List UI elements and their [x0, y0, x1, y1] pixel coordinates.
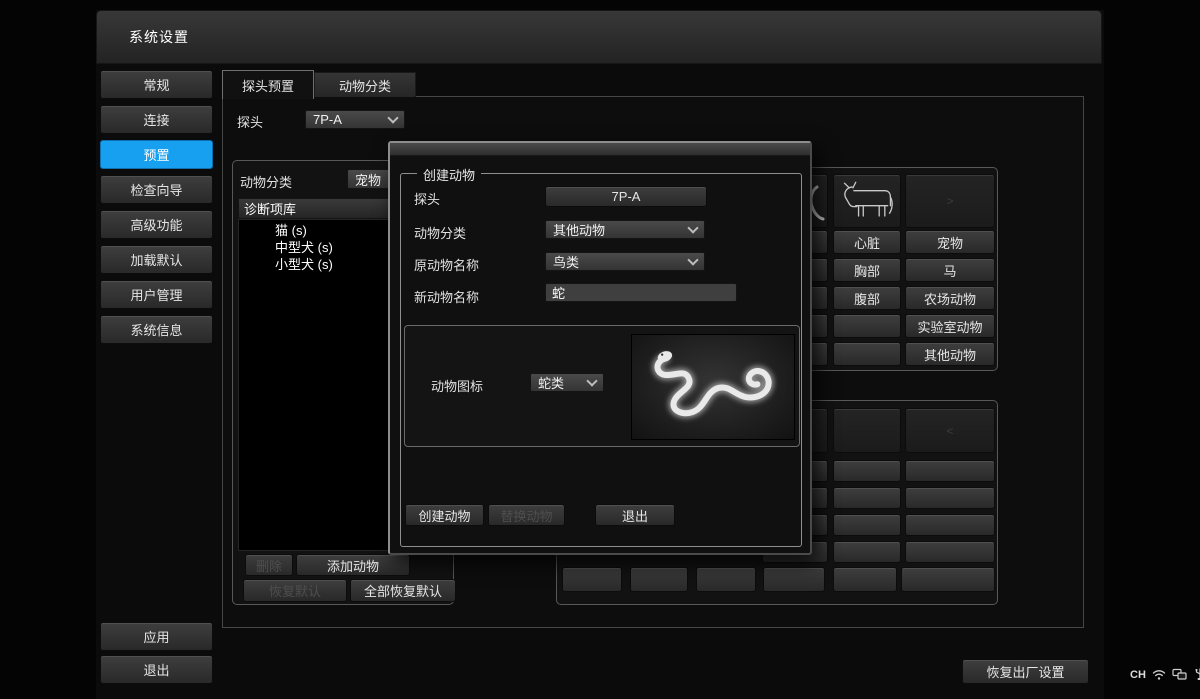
animal-type-button[interactable]: 实验室动物	[905, 314, 995, 338]
language-indicator: CH	[1130, 669, 1146, 681]
animal-category-label: 动物分类	[240, 172, 292, 191]
preset-slot-button[interactable]	[833, 487, 901, 509]
animal-type-button[interactable]: 马	[905, 258, 995, 282]
sidebar-item-general[interactable]: 常规	[100, 70, 213, 99]
preset-slot-button[interactable]	[630, 567, 688, 592]
exam-part-button[interactable]	[833, 314, 901, 338]
restore-all-default-button[interactable]: 全部恢复默认	[350, 579, 456, 602]
animal-type-button[interactable]: 宠物	[905, 230, 995, 254]
probe-select-value: 7P-A	[313, 112, 342, 127]
chevron-down-icon	[586, 375, 597, 386]
sidebar-item-connect[interactable]: 连接	[100, 105, 213, 134]
network-icon	[1152, 668, 1166, 681]
restore-default-button[interactable]: 恢复默认	[243, 579, 347, 602]
exam-part-button[interactable]: 腹部	[833, 286, 901, 310]
exit-button[interactable]: 退出	[100, 655, 213, 684]
preset-slot-button[interactable]	[905, 541, 995, 563]
dialog-new-name-label: 新动物名称	[414, 287, 479, 306]
exam-part-button[interactable]: 胸部	[833, 258, 901, 282]
exam-part-button[interactable]: 心脏	[833, 230, 901, 254]
sidebar-item-exam-wizard[interactable]: 检查向导	[100, 175, 213, 204]
dialog-probe-label: 探头	[414, 189, 440, 208]
dialog-category-select-value: 其他动物	[553, 220, 605, 239]
animal-icon-select[interactable]: 蛇类	[530, 373, 604, 392]
dialog-exit-button[interactable]: 退出	[595, 504, 675, 526]
snake-icon	[635, 338, 791, 436]
dialog-category-label: 动物分类	[414, 223, 466, 242]
exam-part-button[interactable]	[833, 342, 901, 366]
create-animal-dialog: 创建动物 探头 7P-A 动物分类 其他动物 原动物名称 鸟类 新动物名称 动物…	[388, 141, 812, 555]
cow-icon-button[interactable]	[833, 174, 901, 228]
screen: 系统设置 常规 连接 预置 检查向导 高级功能 加载默认 用户管理 系统信息 应…	[0, 0, 1200, 699]
preset-slot-button[interactable]	[901, 567, 995, 592]
chevron-down-icon	[387, 112, 398, 123]
preset-slot-button[interactable]	[833, 567, 897, 592]
animal-icon-label: 动物图标	[431, 376, 483, 395]
animal-icon-section: 动物图标 蛇类	[404, 325, 800, 447]
usb-icon	[1193, 668, 1200, 681]
dialog-source-name-select[interactable]: 鸟类	[545, 252, 705, 271]
sidebar-item-load-default[interactable]: 加载默认	[100, 245, 213, 274]
apply-button[interactable]: 应用	[100, 622, 213, 651]
animal-icon-preview	[631, 334, 795, 440]
preset-slot-button[interactable]	[833, 514, 901, 536]
dialog-group-title: 创建动物	[417, 165, 481, 184]
dialog-title-bar[interactable]	[390, 143, 810, 156]
animal-category-select-value: 宠物	[355, 170, 381, 189]
probe-select[interactable]: 7P-A	[305, 110, 405, 129]
sidebar-item-preset[interactable]: 预置	[100, 140, 213, 169]
dual-screen-icon	[1172, 668, 1187, 681]
factory-reset-button[interactable]: 恢复出厂设置	[962, 659, 1089, 684]
title-bar: 系统设置	[96, 10, 1102, 64]
preset-icon-button[interactable]	[833, 408, 901, 453]
sidebar-item-sys-info[interactable]: 系统信息	[100, 315, 213, 344]
dialog-category-select[interactable]: 其他动物	[545, 220, 705, 239]
dialog-create-button[interactable]: 创建动物	[405, 504, 484, 526]
page-title: 系统设置	[129, 27, 189, 47]
preset-slot-button[interactable]	[833, 460, 901, 482]
dialog-probe-value: 7P-A	[545, 186, 707, 207]
preset-slot-button[interactable]	[905, 514, 995, 536]
preset-slot-button[interactable]	[905, 460, 995, 482]
preset-slot-button[interactable]	[696, 567, 756, 592]
chevron-down-icon	[687, 254, 698, 265]
probe-label: 探头	[237, 112, 263, 131]
dialog-replace-button[interactable]: 替换动物	[488, 504, 565, 526]
preset-slot-button[interactable]	[833, 541, 901, 563]
tab-animal-category[interactable]: 动物分类	[314, 72, 416, 97]
animal-type-button[interactable]: 其他动物	[905, 342, 995, 366]
animal-type-button[interactable]: 农场动物	[905, 286, 995, 310]
tab-probe-preset[interactable]: 探头预置	[222, 70, 314, 99]
add-animal-button[interactable]: 添加动物	[296, 554, 410, 576]
preset-slot-button[interactable]	[562, 567, 622, 592]
dialog-source-name-label: 原动物名称	[414, 255, 479, 274]
animal-icon-select-value: 蛇类	[538, 373, 564, 392]
preset-nav-back-button[interactable]: <	[905, 408, 995, 453]
sidebar-item-user-mgmt[interactable]: 用户管理	[100, 280, 213, 309]
preset-slot-button[interactable]	[905, 487, 995, 509]
exam-nav-forward-button[interactable]: >	[905, 174, 995, 228]
preset-slot-button[interactable]	[763, 567, 825, 592]
delete-animal-button[interactable]: 删除	[245, 554, 293, 576]
sidebar-item-advanced[interactable]: 高级功能	[100, 210, 213, 239]
new-animal-name-input[interactable]	[545, 283, 737, 302]
chevron-down-icon	[687, 222, 698, 233]
status-bar: CH	[1130, 668, 1200, 681]
cow-icon	[837, 179, 897, 223]
dialog-source-name-select-value: 鸟类	[553, 252, 579, 271]
